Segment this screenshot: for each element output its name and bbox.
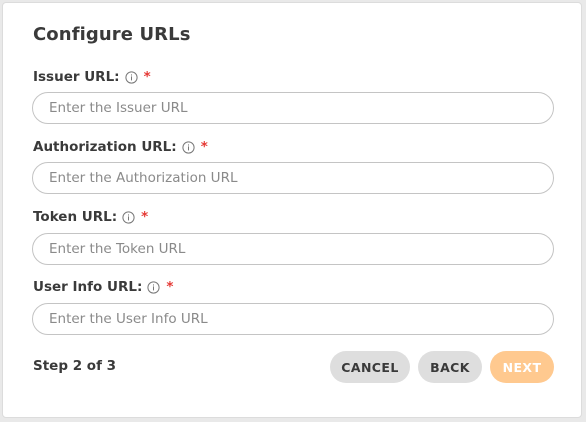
required-asterisk: *	[141, 209, 149, 225]
user-info-url-label-text: User Info URL:	[33, 279, 143, 295]
step-indicator: Step 2 of 3	[33, 358, 117, 374]
issuer-url-input[interactable]	[32, 92, 554, 124]
next-button[interactable]: NEXT	[490, 351, 554, 383]
token-url-input[interactable]	[32, 233, 554, 265]
token-url-label-text: Token URL:	[33, 209, 118, 225]
info-circle-icon[interactable]	[122, 210, 135, 224]
user-info-url-label: User Info URL: *	[33, 279, 173, 295]
issuer-url-label: Issuer URL: *	[33, 69, 151, 85]
cancel-button[interactable]: CANCEL	[330, 351, 410, 383]
authorization-url-label-text: Authorization URL:	[33, 139, 177, 155]
dialog-title: Configure URLs	[33, 24, 191, 45]
configure-urls-dialog: Configure URLs Issuer URL: * Authorizati…	[2, 2, 582, 418]
info-circle-icon[interactable]	[147, 280, 160, 294]
back-button[interactable]: BACK	[418, 351, 482, 383]
required-asterisk: *	[143, 69, 151, 85]
required-asterisk: *	[166, 279, 174, 295]
authorization-url-input[interactable]	[32, 162, 554, 194]
token-url-label: Token URL: *	[33, 209, 148, 225]
user-info-url-input[interactable]	[32, 303, 554, 335]
issuer-url-label-text: Issuer URL:	[33, 69, 120, 85]
required-asterisk: *	[200, 139, 208, 155]
info-circle-icon[interactable]	[124, 70, 138, 84]
info-circle-icon[interactable]	[182, 140, 195, 154]
authorization-url-label: Authorization URL: *	[33, 139, 208, 155]
